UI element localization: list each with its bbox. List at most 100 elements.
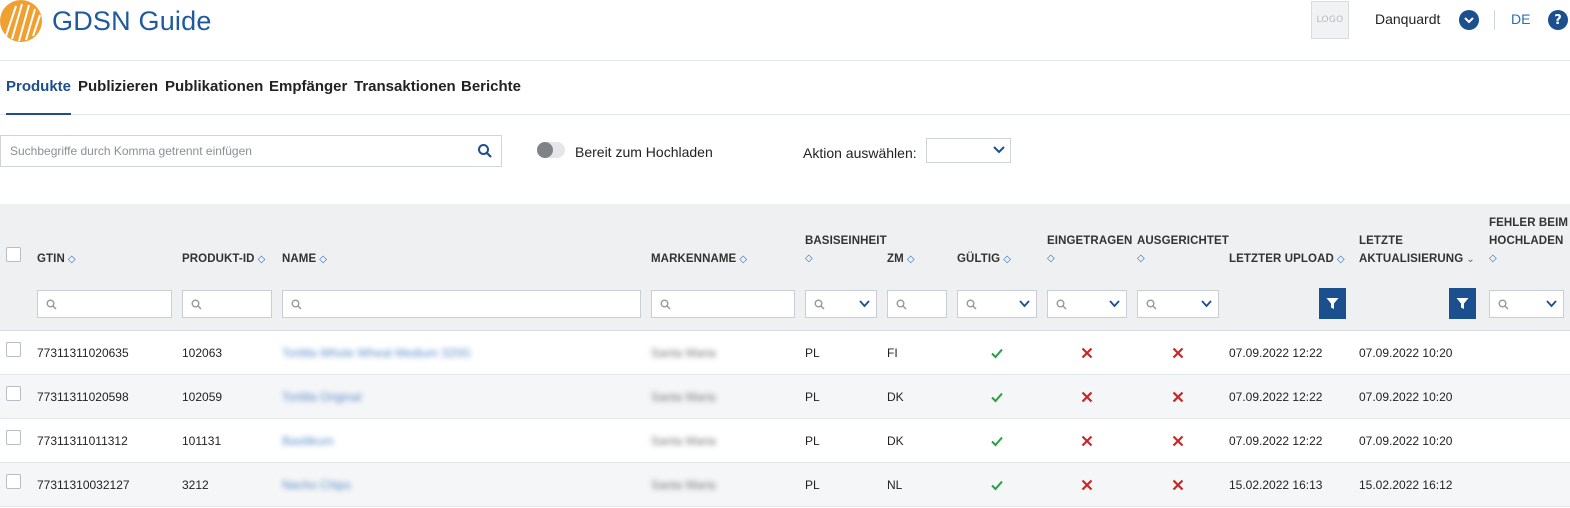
table-header: GTIN ◇ PRODUKT-ID ◇ NAME ◇ MARKENNAME ◇ BASI…: [0, 204, 1570, 279]
sort-icon[interactable]: ◇: [1003, 254, 1011, 265]
col-basiseinheit[interactable]: BASISEINHEIT ◇: [805, 232, 887, 268]
filter-eingetragen-select[interactable]: [1047, 290, 1127, 318]
check-icon: [991, 480, 1003, 491]
tab-transaktionen[interactable]: Transaktionen: [354, 78, 456, 115]
sort-icon[interactable]: ◇: [739, 254, 747, 265]
filter-funnel-icon: [1326, 298, 1339, 309]
cell-letzte-aktualisierung: 07.09.2022 10:20: [1359, 434, 1453, 448]
product-name-link[interactable]: Tortilla Original: [282, 390, 361, 404]
col-produkt-id[interactable]: PRODUKT-ID ◇: [182, 250, 265, 269]
toggle-knob: [537, 142, 553, 158]
product-name-link[interactable]: Tortilla Whole Wheat Medium 320G: [282, 346, 471, 360]
help-button[interactable]: ?: [1548, 10, 1568, 30]
sort-icon[interactable]: ◇: [68, 254, 76, 265]
cross-icon: [1081, 347, 1093, 359]
search-icon: [291, 299, 302, 310]
cross-icon: [1172, 391, 1184, 403]
search-input[interactable]: [1, 136, 471, 166]
user-menu-button[interactable]: [1459, 10, 1479, 30]
table-row[interactable]: 77311311020598 102059 Tortilla Original …: [0, 375, 1570, 419]
filter-funnel-icon: [1456, 298, 1469, 309]
sort-icon[interactable]: ◇: [258, 254, 266, 265]
sort-desc-icon[interactable]: ⌄: [1466, 254, 1474, 265]
app-header: GDSN Guide LOGO Danquardt DE ?: [0, 0, 1570, 61]
tab-produkte[interactable]: Produkte: [6, 78, 72, 115]
cell-produkt-id: 102059: [182, 390, 223, 404]
chevron-down-icon: [1546, 300, 1557, 308]
product-name-link[interactable]: Nacho Chips: [282, 478, 351, 492]
gdsn-logo-icon: [0, 0, 42, 42]
chevron-down-icon: [1464, 16, 1474, 23]
cross-icon: [1081, 479, 1093, 491]
cell-zm: DK: [887, 434, 904, 448]
tab-publizieren[interactable]: Publizieren: [78, 78, 158, 115]
tab-empfaenger[interactable]: Empfänger: [269, 78, 347, 115]
search-box: [0, 135, 502, 167]
filter-produkt-id-input[interactable]: [182, 290, 272, 318]
filter-gueltig-select[interactable]: [957, 290, 1037, 318]
col-ausgerichtet[interactable]: AUSGERICHTET ◇: [1137, 232, 1229, 268]
filter-gtin-input[interactable]: [37, 290, 172, 318]
filter-zm-input[interactable]: [887, 290, 947, 318]
brand[interactable]: GDSN Guide: [0, 0, 212, 42]
sort-icon[interactable]: ◇: [319, 254, 327, 265]
col-markenname[interactable]: MARKENNAME ◇: [651, 250, 747, 269]
filter-markenname-input[interactable]: [651, 290, 795, 318]
search-icon: [46, 299, 57, 310]
search-icon[interactable]: [477, 143, 493, 159]
sort-icon[interactable]: ◇: [1137, 250, 1229, 268]
col-zm[interactable]: ZM ◇: [887, 250, 915, 269]
filter-ausgerichtet-select[interactable]: [1137, 290, 1219, 318]
filter-letzte-aktualisierung-button[interactable]: [1449, 288, 1476, 319]
sort-icon[interactable]: ◇: [805, 250, 887, 268]
cell-markenname: Santa Maria: [651, 346, 716, 360]
app-title: GDSN Guide: [52, 5, 212, 36]
chevron-down-icon: [1019, 300, 1030, 308]
action-select[interactable]: [926, 138, 1011, 163]
sort-icon[interactable]: ◇: [1489, 250, 1568, 268]
col-letzte-aktualisierung[interactable]: LETZTE AKTUALISIERUNG ⌄: [1359, 232, 1475, 269]
row-checkbox[interactable]: [6, 430, 21, 445]
table-row[interactable]: 77311310032127 3212 Nacho Chips Santa Ma…: [0, 463, 1570, 507]
sort-icon[interactable]: ◇: [1337, 254, 1345, 265]
product-name-link[interactable]: Basilikum: [282, 434, 333, 448]
col-letzter-upload[interactable]: LETZTER UPLOAD ◇: [1229, 250, 1345, 269]
ready-upload-toggle[interactable]: [537, 142, 565, 158]
table-row[interactable]: 77311311011312 101131 Basilikum Santa Ma…: [0, 419, 1570, 463]
row-checkbox[interactable]: [6, 386, 21, 401]
filter-basiseinheit-select[interactable]: [805, 290, 877, 318]
chevron-down-icon: [859, 300, 870, 308]
sort-icon[interactable]: ◇: [907, 254, 915, 265]
col-gueltig[interactable]: GÜLTIG ◇: [957, 250, 1011, 269]
filter-letzter-upload-button[interactable]: [1319, 288, 1346, 319]
chevron-down-icon: [1201, 300, 1212, 308]
table-row[interactable]: 77311311020635 102063 Tortilla Whole Whe…: [0, 331, 1570, 375]
cell-gtin: 77311310032127: [37, 478, 130, 492]
select-all-checkbox[interactable]: [6, 247, 21, 262]
row-checkbox[interactable]: [6, 342, 21, 357]
cell-produkt-id: 101131: [182, 434, 222, 448]
cell-gtin: 77311311011312: [37, 434, 128, 448]
row-checkbox[interactable]: [6, 474, 21, 489]
cross-icon: [1172, 479, 1184, 491]
cell-produkt-id: 102063: [182, 346, 223, 360]
tab-berichte[interactable]: Berichte: [461, 78, 521, 115]
search-icon: [1056, 299, 1067, 310]
cell-zm: NL: [887, 478, 903, 492]
cell-letzte-aktualisierung: 07.09.2022 10:20: [1359, 346, 1453, 360]
tab-publikationen[interactable]: Publikationen: [165, 78, 263, 115]
search-icon: [896, 299, 907, 310]
language-switch[interactable]: DE: [1511, 11, 1530, 27]
company-logo-placeholder: LOGO: [1311, 1, 1349, 39]
sort-icon[interactable]: ◇: [1047, 250, 1132, 268]
col-name[interactable]: NAME ◇: [282, 250, 327, 269]
search-icon: [966, 299, 977, 310]
col-fehler-beim-hochladen[interactable]: FEHLER BEIM HOCHLADEN ◇: [1489, 214, 1568, 268]
chevron-down-icon: [1109, 300, 1120, 308]
filter-name-input[interactable]: [282, 290, 641, 318]
col-gtin[interactable]: GTIN ◇: [37, 250, 76, 269]
filter-fehler-select[interactable]: [1489, 290, 1564, 318]
check-icon: [991, 348, 1003, 359]
user-name[interactable]: Danquardt: [1375, 11, 1440, 27]
col-eingetragen[interactable]: EINGETRAGEN ◇: [1047, 232, 1132, 268]
